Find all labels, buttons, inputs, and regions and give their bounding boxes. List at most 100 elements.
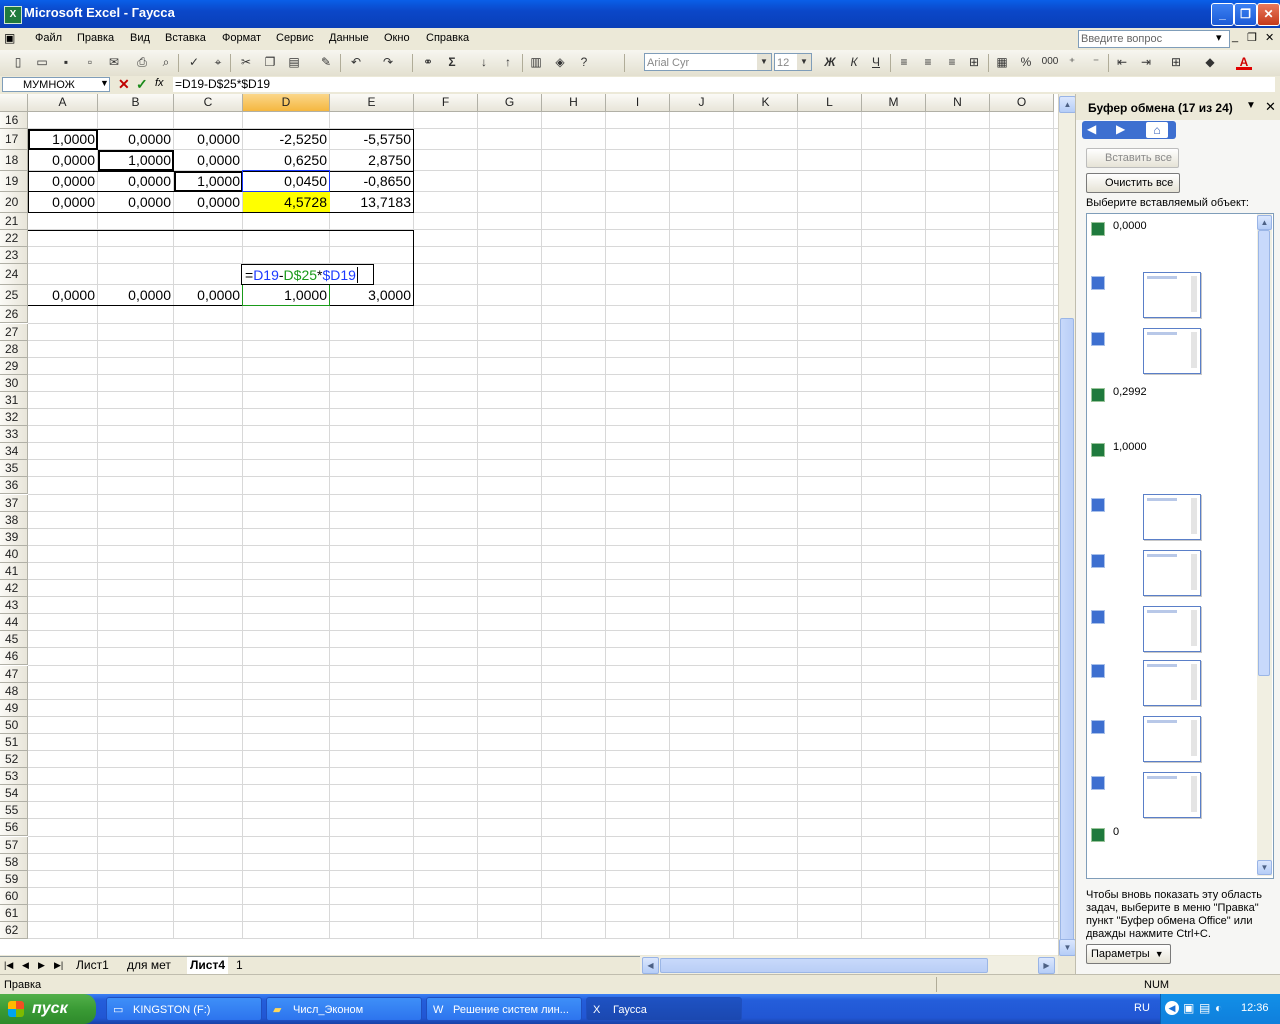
research-icon[interactable]: ⌖: [210, 54, 226, 70]
task-chisl-econom[interactable]: ▰ Числ_Эконом: [266, 997, 422, 1021]
row-header-40[interactable]: 40: [0, 545, 28, 563]
row-header-52[interactable]: 52: [0, 751, 28, 769]
scroll-left-icon[interactable]: ◀: [642, 957, 659, 974]
task-kingston[interactable]: ▭ KINGSTON (F:): [106, 997, 262, 1021]
scroll-right-icon[interactable]: ▶: [1038, 957, 1055, 974]
menu-view[interactable]: Вид: [130, 32, 150, 44]
row-header-33[interactable]: 33: [0, 426, 28, 444]
name-box[interactable]: МУМНОЖ: [2, 77, 110, 92]
vertical-scrollbar[interactable]: ▲ ▼: [1058, 94, 1076, 956]
row-header-25[interactable]: 25: [0, 285, 28, 307]
row-header-35[interactable]: 35: [0, 460, 28, 478]
align-center-icon[interactable]: ≡: [920, 54, 936, 70]
scroll-up-icon[interactable]: ▲: [1257, 215, 1272, 230]
chevron-down-icon[interactable]: ▾: [1216, 31, 1222, 44]
row-header-44[interactable]: 44: [0, 614, 28, 632]
worksheet-grid[interactable]: A B C D E F G H I J K L M N O 16 17 18 19 20 21 22 23 24 25 26 27 2…: [0, 94, 1058, 955]
insert-function-button[interactable]: fx: [155, 77, 164, 89]
column-header-o[interactable]: O: [990, 94, 1054, 112]
copy-icon[interactable]: ❐: [262, 54, 278, 70]
menu-window[interactable]: Окно: [384, 32, 410, 44]
row-header-20[interactable]: 20: [0, 192, 28, 214]
row-header-57[interactable]: 57: [0, 836, 28, 854]
row-header-60[interactable]: 60: [0, 887, 28, 905]
last-sheet-icon[interactable]: ▶|: [54, 957, 63, 974]
column-header-g[interactable]: G: [478, 94, 542, 112]
thousands-button[interactable]: 000: [1040, 54, 1060, 70]
tray-icon[interactable]: ◐: [1215, 1001, 1222, 1015]
edit-cell-d24[interactable]: =D19-D$25*$D19​: [241, 264, 374, 286]
cut-icon[interactable]: ✂: [238, 54, 254, 70]
close-pane-icon[interactable]: ✕: [1265, 99, 1276, 115]
row-header-38[interactable]: 38: [0, 511, 28, 529]
row-header-26[interactable]: 26: [0, 306, 28, 324]
increase-decimal-icon[interactable]: ⁺: [1064, 54, 1080, 70]
row-header-31[interactable]: 31: [0, 391, 28, 409]
row-header-19[interactable]: 19: [0, 171, 28, 193]
clipboard-item-thumbnail[interactable]: [1143, 606, 1201, 652]
chevron-down-icon[interactable]: ▼: [100, 78, 109, 88]
row-header-37[interactable]: 37: [0, 494, 28, 512]
row-header-53[interactable]: 53: [0, 768, 28, 786]
font-size-select[interactable]: 12 ▼: [774, 53, 812, 71]
row-header-18[interactable]: 18: [0, 150, 28, 172]
sheet-tab-dlya-met[interactable]: для мет: [127, 957, 171, 974]
picture-icon[interactable]: [1091, 554, 1105, 568]
chevron-left-icon[interactable]: ◀: [1165, 1001, 1179, 1015]
ask-question-input[interactable]: Введите вопрос: [1078, 30, 1230, 48]
column-header-f[interactable]: F: [414, 94, 478, 112]
row-header-49[interactable]: 49: [0, 699, 28, 717]
row-header-48[interactable]: 48: [0, 682, 28, 700]
doc-icon[interactable]: ▣: [4, 31, 15, 45]
cancel-icon[interactable]: ✕: [118, 76, 130, 93]
paste-all-button[interactable]: Вставить все: [1086, 148, 1180, 168]
row-header-23[interactable]: 23: [0, 247, 28, 265]
clipboard-items-list[interactable]: ▲ ▼ 0,0000 0,2992 1,0000 0: [1086, 213, 1274, 879]
menu-help[interactable]: Справка: [426, 32, 469, 44]
decrease-indent-icon[interactable]: ⇤: [1114, 54, 1130, 70]
row-header-41[interactable]: 41: [0, 562, 28, 580]
scroll-up-icon[interactable]: ▲: [1059, 96, 1076, 113]
font-name-select[interactable]: Arial Cyr ▼: [644, 53, 772, 71]
row-header-32[interactable]: 32: [0, 409, 28, 427]
permission-icon[interactable]: ▫: [82, 54, 98, 70]
clipboard-item-text[interactable]: 0,2992: [1113, 386, 1147, 398]
clipboard-item-thumbnail[interactable]: [1143, 660, 1201, 706]
menu-data[interactable]: Данные: [329, 32, 369, 44]
row-header-51[interactable]: 51: [0, 733, 28, 751]
menu-format[interactable]: Формат: [222, 32, 261, 44]
font-color-icon[interactable]: A: [1236, 54, 1252, 70]
row-header-39[interactable]: 39: [0, 528, 28, 546]
spelling-icon[interactable]: ✓: [186, 54, 202, 70]
picture-icon[interactable]: [1091, 720, 1105, 734]
print-icon[interactable]: ⎙: [134, 54, 150, 70]
sheet-tab-list4[interactable]: Лист4: [187, 957, 229, 974]
row-header-55[interactable]: 55: [0, 802, 28, 820]
clipboard-item-thumbnail[interactable]: [1143, 716, 1201, 762]
clipboard-item-thumbnail[interactable]: [1143, 272, 1201, 318]
start-button[interactable]: пуск: [0, 994, 96, 1024]
column-header-i[interactable]: I: [606, 94, 670, 112]
task-gauss[interactable]: X Гаусса: [586, 997, 742, 1021]
back-icon[interactable]: ◀: [1087, 122, 1096, 136]
underline-button[interactable]: Ч: [868, 54, 884, 70]
hyperlink-icon[interactable]: ⚭: [420, 54, 436, 70]
row-header-54[interactable]: 54: [0, 785, 28, 803]
picture-icon[interactable]: [1091, 610, 1105, 624]
picture-icon[interactable]: [1091, 332, 1105, 346]
clipboard-item-thumbnail[interactable]: [1143, 328, 1201, 374]
row-header-59[interactable]: 59: [0, 870, 28, 888]
excel-icon[interactable]: X: [4, 6, 22, 24]
percent-button[interactable]: %: [1018, 54, 1034, 70]
next-sheet-icon[interactable]: ▶: [38, 957, 45, 974]
row-header-27[interactable]: 27: [0, 323, 28, 341]
first-sheet-icon[interactable]: |◀: [4, 957, 13, 974]
drawing-icon[interactable]: ◈: [552, 54, 568, 70]
task-word-document[interactable]: W Решение систем лин...: [426, 997, 582, 1021]
pane-scroll-thumb[interactable]: [1258, 230, 1270, 676]
italic-button[interactable]: К: [846, 54, 862, 70]
column-header-n[interactable]: N: [926, 94, 990, 112]
excel-icon[interactable]: [1091, 828, 1105, 842]
clear-all-button[interactable]: Очистить все: [1086, 173, 1181, 193]
pane-menu-icon[interactable]: ▼: [1246, 100, 1256, 111]
